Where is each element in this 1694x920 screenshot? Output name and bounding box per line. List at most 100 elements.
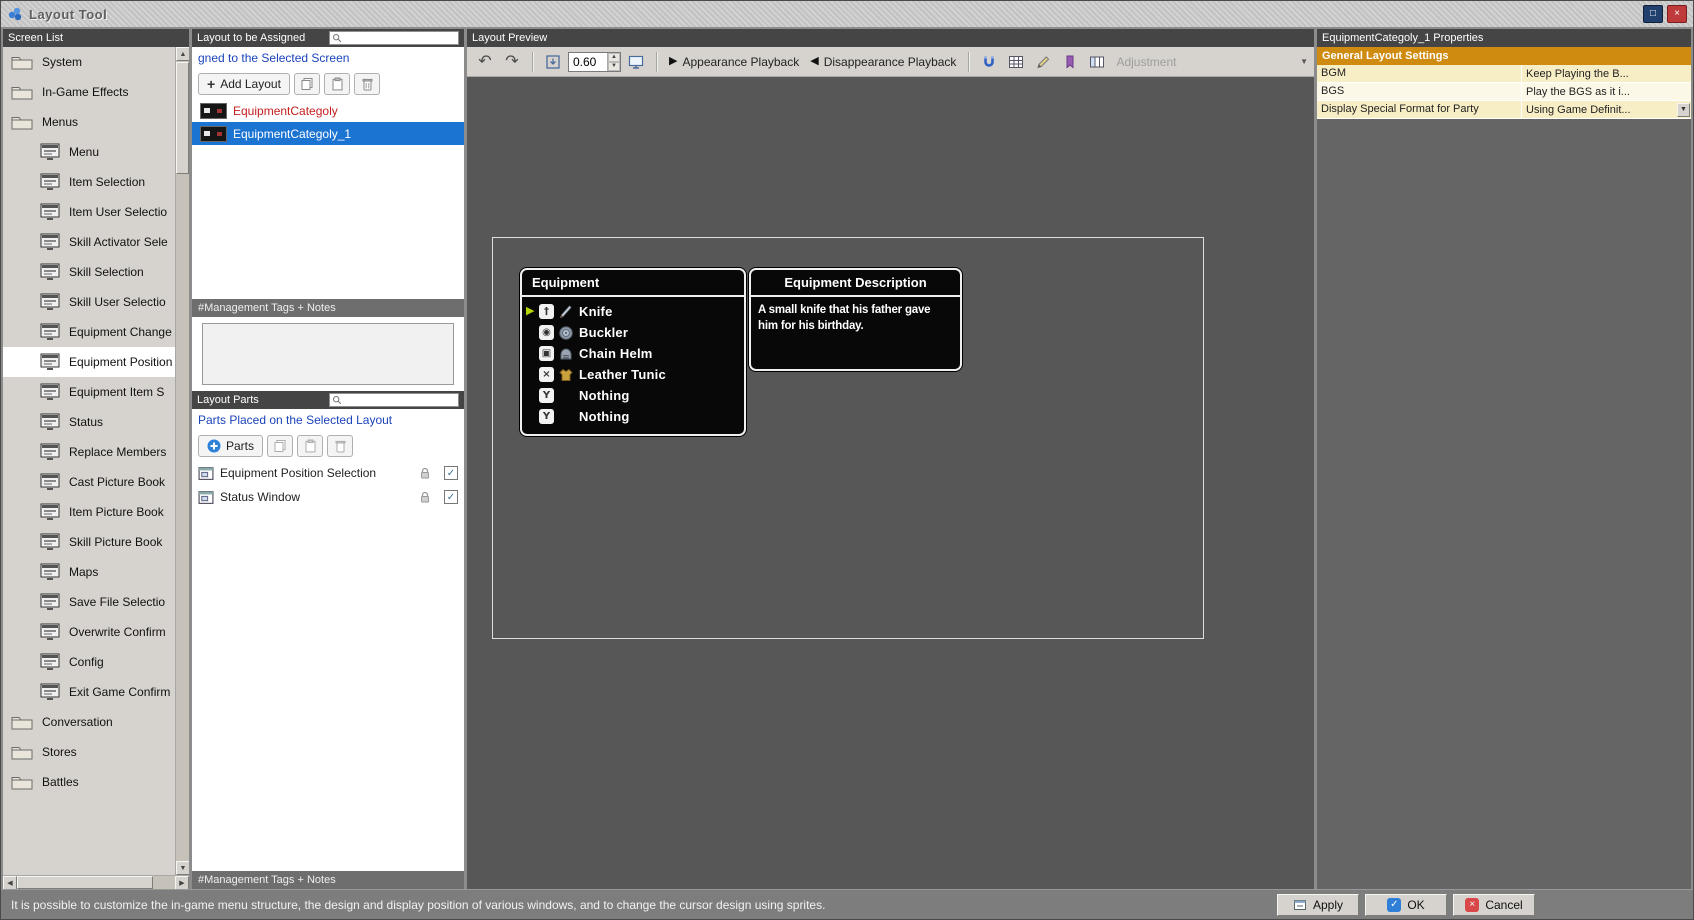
property-row[interactable]: BGS Play the BGS as it i... — [1317, 83, 1691, 101]
preview-canvas[interactable]: Equipment ▶ † Knife ▶ ◉ — [467, 77, 1314, 889]
property-value[interactable]: Using Game Definit... — [1526, 104, 1676, 116]
zoom-spinner-up[interactable]: ▲ — [608, 52, 620, 62]
layout-search-input[interactable] — [344, 32, 456, 44]
snap-button[interactable] — [977, 50, 1001, 74]
tree-item[interactable]: Skill Selection — [3, 257, 175, 287]
tree-item[interactable]: Save File Selectio — [3, 587, 175, 617]
layout-item[interactable]: EquipmentCategoly_1 — [192, 122, 464, 145]
tree-item[interactable]: Cast Picture Book — [3, 467, 175, 497]
zoom-spinner-down[interactable]: ▼ — [608, 61, 620, 71]
statusbar: It is possible to customize the in-game … — [1, 889, 1693, 919]
tree-item[interactable]: Item User Selectio — [3, 197, 175, 227]
paste-layout-button[interactable] — [323, 73, 350, 95]
fit-screen-button[interactable] — [541, 50, 565, 74]
tree-item[interactable]: System — [3, 47, 175, 77]
display-button[interactable] — [624, 50, 648, 74]
vertical-scroll-track[interactable] — [176, 61, 189, 861]
layout-item[interactable]: EquipmentCategoly — [192, 99, 464, 122]
tree-item[interactable]: Replace Members — [3, 437, 175, 467]
vertical-scroll-thumb[interactable] — [176, 62, 189, 174]
equipment-item-label: Nothing — [579, 388, 630, 403]
marker-button[interactable] — [1058, 50, 1082, 74]
tree-item[interactable]: Menu — [3, 137, 175, 167]
lock-icon[interactable] — [418, 466, 432, 480]
tree-item[interactable]: Status — [3, 407, 175, 437]
visibility-checkbox[interactable]: ✓ — [444, 466, 458, 480]
tree-item[interactable]: Item Picture Book — [3, 497, 175, 527]
redo-button[interactable]: ↷ — [500, 50, 524, 74]
panel-grid-icon — [1090, 56, 1105, 67]
ok-button[interactable]: ✓ OK — [1365, 893, 1447, 916]
tree-item[interactable]: In-Game Effects — [3, 77, 175, 107]
part-icon — [198, 490, 214, 504]
delete-layout-button[interactable] — [353, 73, 380, 95]
add-layout-button[interactable]: + Add Layout — [198, 73, 290, 95]
tree-item[interactable]: Equipment Change — [3, 317, 175, 347]
equipment-window[interactable]: Equipment ▶ † Knife ▶ ◉ — [520, 268, 746, 436]
part-item[interactable]: Status Window ✓ — [192, 485, 464, 509]
tree-item[interactable]: Skill User Selectio — [3, 287, 175, 317]
tree-item[interactable]: Stores — [3, 737, 175, 767]
description-window[interactable]: Equipment Description A small knife that… — [749, 268, 962, 371]
part-item[interactable]: Equipment Position Selection ✓ — [192, 461, 464, 485]
zoom-input[interactable] — [569, 52, 607, 71]
undo-button[interactable]: ↶ — [473, 50, 497, 74]
dropdown-button[interactable]: ▼ — [1677, 102, 1690, 117]
tree-item[interactable]: Equipment Position — [3, 347, 175, 377]
scroll-left-button[interactable]: ◀ — [3, 876, 17, 889]
titlebar[interactable]: Layout Tool □ × — [1, 1, 1693, 29]
tree-item[interactable]: Skill Picture Book — [3, 527, 175, 557]
cancel-button[interactable]: × Cancel — [1453, 893, 1535, 916]
tree-item[interactable]: Overwrite Confirm — [3, 617, 175, 647]
add-parts-button[interactable]: Parts — [198, 435, 264, 457]
tree-item[interactable]: Config — [3, 647, 175, 677]
notes-box[interactable] — [202, 323, 454, 385]
ok-check-icon: ✓ — [1387, 897, 1402, 912]
property-row[interactable]: BGM Keep Playing the B... — [1317, 65, 1691, 83]
tree-item[interactable]: Battles — [3, 767, 175, 797]
copy-layout-button[interactable] — [293, 73, 320, 95]
screen-icon — [40, 233, 60, 251]
tree-item[interactable]: Equipment Item S — [3, 377, 175, 407]
restore-button[interactable]: □ — [1643, 5, 1663, 23]
close-button[interactable]: × — [1667, 5, 1687, 23]
tree-item[interactable]: Exit Game Confirm — [3, 677, 175, 707]
property-row[interactable]: Display Special Format for Party Using G… — [1317, 101, 1691, 119]
main-area: Screen List System In-Game Effects Menus… — [1, 29, 1693, 889]
vertical-scrollbar[interactable]: ▲ ▼ — [175, 47, 189, 875]
grid-button[interactable] — [1004, 50, 1028, 74]
layout-search[interactable] — [329, 31, 459, 45]
parts-search-input[interactable] — [344, 394, 456, 406]
app-icon — [7, 6, 23, 22]
cancel-x-icon: × — [1465, 897, 1480, 912]
copy-part-button[interactable] — [267, 435, 294, 457]
game-frame[interactable]: Equipment ▶ † Knife ▶ ◉ — [492, 237, 1204, 639]
appearance-playback-button[interactable]: ▶ Appearance Playback — [665, 50, 803, 74]
pen-button[interactable] — [1031, 50, 1055, 74]
paste-part-button[interactable] — [297, 435, 324, 457]
property-value[interactable]: Play the BGS as it i... — [1526, 86, 1690, 98]
scroll-up-button[interactable]: ▲ — [176, 47, 189, 61]
scroll-down-button[interactable]: ▼ — [176, 861, 189, 875]
lock-icon[interactable] — [418, 490, 432, 504]
tree-item[interactable]: Menus — [3, 107, 175, 137]
tree-item[interactable]: Conversation — [3, 707, 175, 737]
tree-item[interactable]: Item Selection — [3, 167, 175, 197]
parts-search[interactable] — [329, 393, 459, 407]
layout-thumbnail — [200, 125, 227, 142]
apply-button[interactable]: Apply — [1277, 893, 1359, 916]
tree-item[interactable]: Skill Activator Sele — [3, 227, 175, 257]
equipment-item-label: Buckler — [579, 325, 629, 340]
disappearance-playback-button[interactable]: ◀ Disappearance Playback — [806, 50, 960, 74]
horizontal-scroll-track[interactable] — [17, 876, 175, 889]
panel-grid-button[interactable] — [1085, 50, 1109, 74]
horizontal-scroll-thumb[interactable] — [17, 876, 153, 889]
property-value[interactable]: Keep Playing the B... — [1526, 68, 1690, 80]
scroll-right-button[interactable]: ▶ — [175, 876, 189, 889]
delete-part-button[interactable] — [327, 435, 354, 457]
toolbar-overflow-button[interactable]: ▼ — [1300, 57, 1308, 66]
fit-screen-icon — [546, 54, 560, 69]
visibility-checkbox[interactable]: ✓ — [444, 490, 458, 504]
horizontal-scrollbar[interactable]: ◀ ▶ — [3, 875, 189, 889]
tree-item[interactable]: Maps — [3, 557, 175, 587]
